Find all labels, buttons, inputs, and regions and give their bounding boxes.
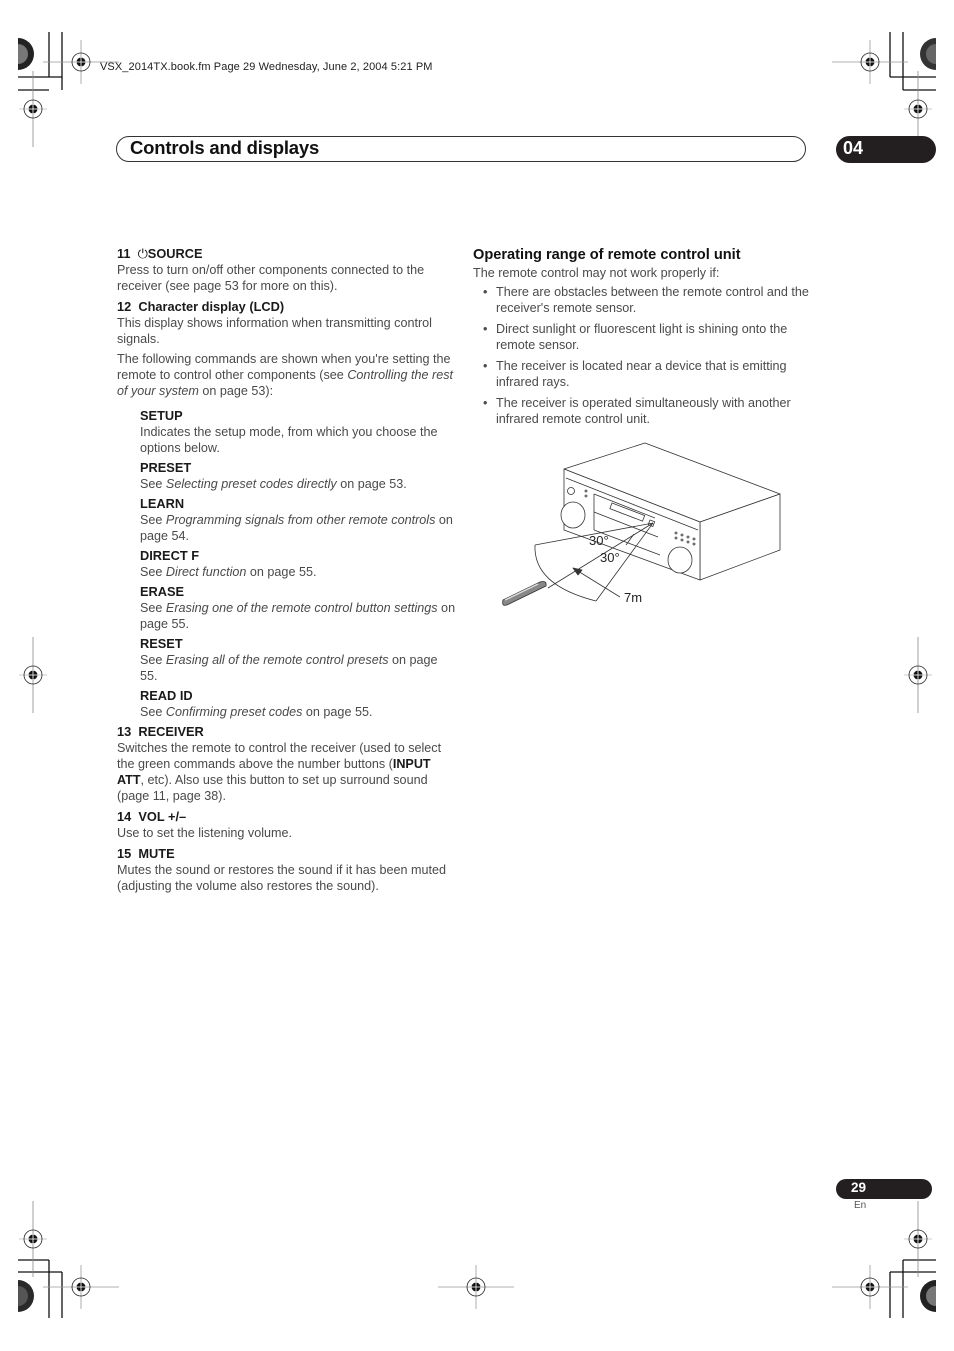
remote-range-diagram: 30° 30° 7m [502, 442, 781, 606]
angle-label-lower: 30° [600, 550, 620, 565]
distance-label: 7m [624, 590, 642, 605]
distance-arrow [572, 567, 621, 598]
angle-label-upper: 30° [589, 533, 609, 548]
language-code: En [854, 1200, 867, 1211]
remote-control-icon [502, 581, 547, 606]
page-number: 29 [851, 1180, 867, 1195]
volume-knob-right [667, 546, 693, 574]
volume-knob-left [560, 501, 586, 529]
